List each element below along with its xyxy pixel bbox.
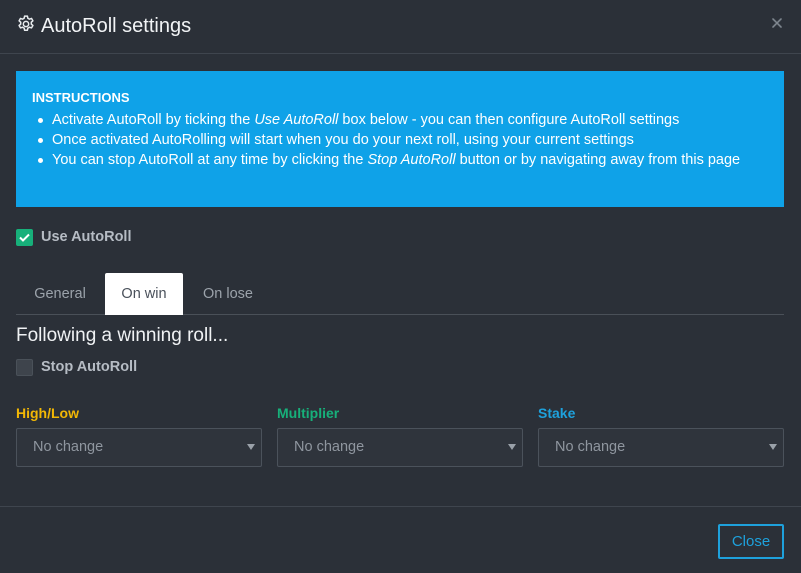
panel-title: Following a winning roll... bbox=[16, 325, 229, 346]
use-autoroll-checkbox[interactable] bbox=[16, 228, 33, 246]
instructions-list: Activate AutoRoll by ticking the Use Aut… bbox=[32, 110, 768, 170]
tab-on-lose[interactable]: On lose bbox=[184, 273, 272, 315]
high-low-label: High/Low bbox=[16, 405, 79, 421]
stop-autoroll-checkbox-row[interactable]: Stop AutoRoll bbox=[16, 357, 137, 377]
close-button[interactable]: Close bbox=[718, 524, 784, 559]
instructions-title: INSTRUCTIONS bbox=[32, 90, 130, 105]
tab-on-win[interactable]: On win bbox=[105, 273, 183, 315]
caret-down-icon bbox=[769, 444, 777, 450]
multiplier-select-value: No change bbox=[294, 439, 365, 455]
instruction-item: Activate AutoRoll by ticking the Use Aut… bbox=[32, 110, 768, 130]
settings-tabs: General On win On lose bbox=[16, 273, 784, 315]
checkmark-icon bbox=[19, 233, 30, 242]
close-icon[interactable] bbox=[770, 16, 784, 30]
modal-header: AutoRoll settings bbox=[0, 0, 801, 54]
modal-footer: Close bbox=[0, 506, 801, 573]
stake-label: Stake bbox=[538, 405, 576, 421]
stake-select[interactable]: No change bbox=[538, 428, 784, 467]
instruction-item: You can stop AutoRoll at any time by cli… bbox=[32, 150, 768, 170]
instructions-box: INSTRUCTIONS Activate AutoRoll by tickin… bbox=[16, 71, 784, 207]
multiplier-label: Multiplier bbox=[277, 405, 340, 421]
autoroll-settings-modal: AutoRoll settings INSTRUCTIONS Activate … bbox=[0, 0, 801, 573]
stop-autoroll-checkbox[interactable] bbox=[16, 358, 33, 376]
modal-title: AutoRoll settings bbox=[41, 15, 192, 37]
high-low-select[interactable]: No change bbox=[16, 428, 262, 467]
multiplier-select[interactable]: No change bbox=[277, 428, 523, 467]
caret-down-icon bbox=[247, 444, 255, 450]
use-autoroll-label: Use AutoRoll bbox=[41, 229, 132, 245]
stop-autoroll-label: Stop AutoRoll bbox=[41, 359, 138, 375]
instruction-item: Once activated AutoRolling will start wh… bbox=[32, 130, 768, 150]
stake-select-value: No change bbox=[555, 439, 626, 455]
tab-general[interactable]: General bbox=[16, 273, 104, 315]
gear-icon bbox=[18, 15, 34, 31]
caret-down-icon bbox=[508, 444, 516, 450]
use-autoroll-checkbox-row[interactable]: Use AutoRoll bbox=[16, 227, 132, 247]
high-low-select-value: No change bbox=[33, 439, 104, 455]
